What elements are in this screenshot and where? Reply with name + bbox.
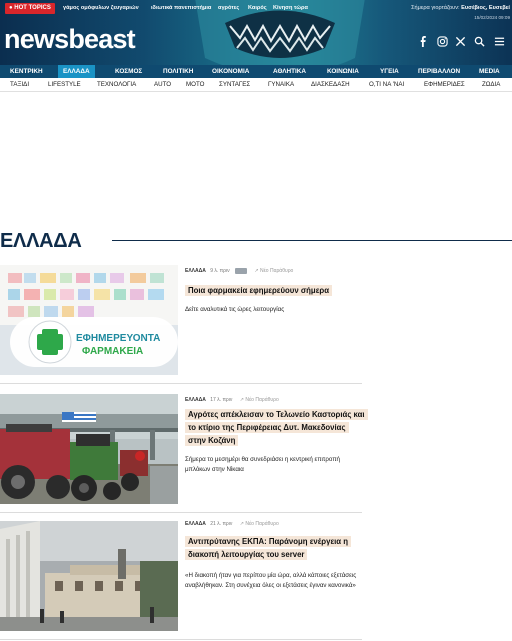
nav-item-kosmos[interactable]: ΚΟΣΜΟΣ [115, 65, 142, 78]
subnav-item[interactable]: ΣΥΝΤΑΓΕΣ [219, 78, 250, 92]
secondary-navigation: ΤΑΞΙΔΙ LIFESTYLE ΤΕΧΝΟΛΟΓΙΑ AUTO MOTO ΣΥ… [0, 78, 512, 92]
article-category[interactable]: ΕΛΛΑΔΑ [185, 268, 206, 274]
search-icon[interactable] [472, 34, 486, 48]
nav-item-ellada[interactable]: ΕΛΛΑΔΑ [58, 65, 95, 78]
article-title[interactable]: Αντιπρύτανης ΕΚΠΑ: Παράνομη ενέργεια η δ… [185, 535, 363, 561]
nav-item-koinonia[interactable]: ΚΟΙΝΩΝΙΑ [327, 65, 359, 78]
nav-item-ygeia[interactable]: ΥΓΕΙΑ [380, 65, 399, 78]
name-day: Σήμερα γιορτάζουν: Ευσέβιος, Ευσεβεί [411, 5, 510, 11]
article-meta: ΕΛΛΑΔΑ 17 λ. πριν ↗ Νέο Παράθυρο [185, 396, 279, 404]
subnav-item[interactable]: ΤΕΧΝΟΛΟΓΙΑ [97, 78, 136, 92]
subnav-item[interactable]: ΔΙΑΣΚΕΔΑΣΗ [311, 78, 350, 92]
facebook-icon[interactable] [416, 34, 430, 48]
nav-item-perivallon[interactable]: ΠΕΡΙΒΑΛΛΟΝ [418, 65, 460, 78]
nav-item-kentriki[interactable]: ΚΕΝΤΡΙΚΗ [10, 65, 43, 78]
open-new-window-link[interactable]: ↗ Νέο Παράθυρο [240, 521, 279, 527]
hot-topic-link[interactable]: γάμος ομόφυλων ζευγαριών [63, 3, 139, 14]
pharmacy-image: ΕΦΗΜΕΡΕΥΟΝΤΑ ΦΑΡΜΑΚΕΙΑ [0, 265, 178, 375]
x-icon[interactable] [453, 34, 467, 48]
article-excerpt: Σήμερα το μεσημέρι θα συνεδριάσει η κεντ… [185, 456, 340, 473]
subnav-item[interactable]: ΖΩΔΙΑ [482, 78, 500, 92]
subnav-item[interactable]: Ο,ΤΙ ΝΑ 'ΝΑΙ [369, 78, 404, 92]
university-image [0, 521, 178, 631]
hot-topic-link[interactable]: αγρότες [218, 3, 239, 14]
article-category[interactable]: ΕΛΛΑΔΑ [185, 521, 206, 527]
article-thumbnail[interactable]: ΕΦΗΜΕΡΕΥΟΝΤΑ ΦΑΡΜΑΚΕΙΑ [0, 265, 178, 375]
open-new-window-link[interactable]: ↗ Νέο Παράθυρο [240, 397, 279, 403]
menu-icon[interactable] [492, 34, 506, 48]
subnav-item[interactable]: LIFESTYLE [48, 78, 81, 92]
article-time: 21 λ. πριν [210, 521, 233, 527]
article-title[interactable]: Ποια φαρμακεία εφημερεύουν σήμερα [185, 284, 360, 297]
article-time: 17 λ. πριν [210, 397, 233, 403]
article-excerpt: «Η διακοπή ήταν για περίπου μία ώρα, αλλ… [185, 572, 357, 589]
article-thumbnail[interactable] [0, 394, 178, 504]
nav-item-media[interactable]: MEDIA [479, 65, 500, 78]
hot-topic-link[interactable]: Κίνηση τώρα [273, 3, 308, 14]
section-divider [112, 240, 512, 241]
subnav-item[interactable]: ΓΥΝΑΙΚΑ [268, 78, 294, 92]
comment-icon[interactable] [234, 267, 247, 274]
tractors-image [0, 394, 178, 504]
image-caption-2: ΦΑΡΜΑΚΕΙΑ [82, 346, 143, 357]
article-time: 9 λ. πριν [210, 268, 230, 274]
nav-item-politiki[interactable]: ΠΟΛΙΤΙΚΗ [163, 65, 193, 78]
image-caption-1: ΕΦΗΜΕΡΕΥΟΝΤΑ [76, 333, 160, 344]
instagram-icon[interactable] [435, 34, 449, 48]
hot-topic-link[interactable]: Καιρός [248, 3, 267, 14]
subnav-item[interactable]: AUTO [154, 78, 171, 92]
current-datetime: 15/02/2024 09:09 [474, 15, 510, 20]
nav-item-oikonomia[interactable]: ΟΙΚΟΝΟΜΙΑ [212, 65, 249, 78]
article-divider [0, 639, 362, 640]
subnav-item[interactable]: MOTO [186, 78, 204, 92]
hot-topic-link[interactable]: ιδιωτικά πανεπιστήμια [151, 3, 211, 14]
open-new-window-link[interactable]: ↗ Νέο Παράθυρο [254, 268, 293, 274]
nav-item-athlitika[interactable]: ΑΘΛΗΤΙΚΑ [273, 65, 306, 78]
article-meta: ΕΛΛΑΔΑ 9 λ. πριν ↗ Νέο Παράθυρο [185, 267, 293, 275]
article-title[interactable]: Αγρότες απέκλεισαν το Τελωνείο Καστοριάς… [185, 408, 368, 447]
article-category[interactable]: ΕΛΛΑΔΑ [185, 397, 206, 403]
article-divider [0, 383, 362, 384]
section-title: ΕΛΛΑΔΑ [0, 230, 82, 252]
site-logo[interactable]: newsbeast [4, 23, 136, 55]
main-navigation: ΚΕΝΤΡΙΚΗ ΕΛΛΑΔΑ ΚΟΣΜΟΣ ΠΟΛΙΤΙΚΗ ΟΙΚΟΝΟΜΙ… [0, 65, 512, 78]
article-divider [0, 512, 362, 513]
article-thumbnail[interactable] [0, 521, 178, 631]
hot-topics-badge[interactable]: ● HOT TOPICS [5, 3, 55, 14]
subnav-item[interactable]: ΕΦΗΜΕΡΙΔΕΣ [424, 78, 465, 92]
subnav-item[interactable]: ΤΑΞΙΔΙ [10, 78, 29, 92]
article-excerpt: Δείτε αναλυτικά τις ώρες λειτουργίας [185, 306, 285, 313]
article-meta: ΕΛΛΑΔΑ 21 λ. πριν ↗ Νέο Παράθυρο [185, 520, 279, 528]
